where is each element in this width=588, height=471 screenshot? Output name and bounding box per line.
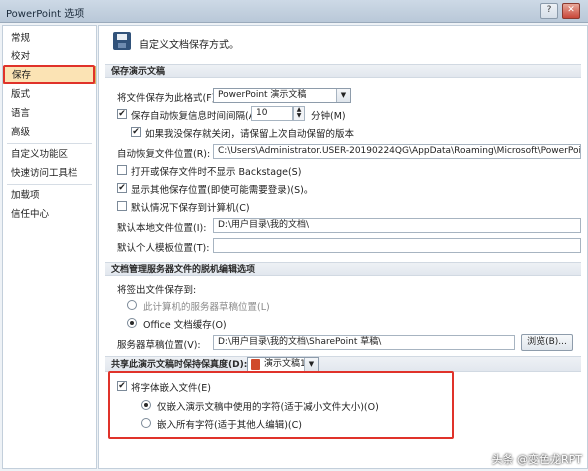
close-button[interactable]: ✕ xyxy=(562,3,580,19)
local-location-input[interactable]: D:\用户目录\我的文档\ xyxy=(213,218,581,233)
autorecover-location-label: 自动恢复文件位置(R): xyxy=(117,149,211,160)
chevron-down-icon: ▼ xyxy=(304,358,318,371)
minutes-spinner[interactable]: ▲ ▼ xyxy=(293,106,305,121)
save-checked-out-label: 将签出文件保存到: xyxy=(117,285,197,296)
browse-button[interactable]: 浏览(B)... xyxy=(521,334,573,351)
show-more-locations-label: 显示其他保存位置(即使可能需要登录)(S)。 xyxy=(131,185,314,196)
office-cache-radio[interactable] xyxy=(127,318,137,328)
sidebar-item-add-ins[interactable]: 加载项 xyxy=(3,187,96,205)
default-computer-checkbox[interactable] xyxy=(117,201,127,211)
presentation-select[interactable]: 演示文稿1 ▼ xyxy=(247,357,319,372)
office-cache-label: Office 文档缓存(O) xyxy=(143,320,227,331)
presentation-name: 演示文稿1 xyxy=(264,359,306,369)
drafts-location-input[interactable]: D:\用户目录\我的文档\SharePoint 草稿\ xyxy=(213,335,515,350)
autorecover-label: 保存自动恢复信息时间间隔(A) xyxy=(131,111,259,122)
section-fidelity: 共享此演示文稿时保持保真度(D): xyxy=(105,356,581,372)
default-computer-label: 默认情况下保存到计算机(C) xyxy=(131,203,250,214)
sidebar-highlight-box xyxy=(3,65,95,84)
local-location-label: 默认本地文件位置(I): xyxy=(117,223,207,234)
no-backstage-label: 打开或保存文件时不显示 Backstage(S) xyxy=(131,167,302,178)
autorecover-checkbox[interactable]: ✔ xyxy=(117,109,127,119)
powerpoint-file-icon xyxy=(251,359,260,370)
autorecover-location-input[interactable]: C:\Users\Administrator.USER-20190224QG\A… xyxy=(213,144,581,159)
personal-template-label: 默认个人模板位置(T): xyxy=(117,243,210,254)
page-header: 自定义文档保存方式。 xyxy=(139,40,239,51)
sidebar-item-layout[interactable]: 版式 xyxy=(3,86,96,104)
sidebar: 常规 校对 保存 版式 语言 高级 自定义功能区 快速访问工具栏 加载项 信任中… xyxy=(2,25,97,469)
window-title: PowerPoint 选项 xyxy=(6,9,85,20)
save-icon xyxy=(113,32,131,50)
sidebar-item-quick-access-toolbar[interactable]: 快速访问工具栏 xyxy=(3,165,96,183)
chevron-down-icon: ▼ xyxy=(336,89,350,102)
title-bar: PowerPoint 选项 ? ✕ xyxy=(0,0,588,23)
section-save-presentations: 保存演示文稿 xyxy=(105,64,581,78)
sidebar-item-language[interactable]: 语言 xyxy=(3,105,96,123)
sidebar-item-trust-center[interactable]: 信任中心 xyxy=(3,206,96,224)
server-drafts-radio[interactable] xyxy=(127,300,137,310)
help-button[interactable]: ? xyxy=(540,3,558,19)
sidebar-divider xyxy=(7,143,92,144)
format-select[interactable]: PowerPoint 演示文稿 ▼ xyxy=(213,88,351,103)
fidelity-title: 共享此演示文稿时保持保真度(D): xyxy=(111,360,248,370)
minutes-unit-label: 分钟(M) xyxy=(311,111,346,122)
autorecover-minutes-input[interactable]: 10 xyxy=(251,106,293,121)
format-label: 将文件保存为此格式(F): xyxy=(117,93,219,104)
fidelity-highlight-box xyxy=(108,371,454,439)
keep-last-version-label: 如果我没保存就关闭，请保留上次自动保留的版本 xyxy=(145,129,355,140)
server-drafts-label: 此计算机的服务器草稿位置(L) xyxy=(143,302,270,313)
sidebar-item-customize-ribbon[interactable]: 自定义功能区 xyxy=(3,146,96,164)
sidebar-item-proofing[interactable]: 校对 xyxy=(3,48,96,66)
show-more-locations-checkbox[interactable]: ✔ xyxy=(117,183,127,193)
sidebar-divider xyxy=(7,184,92,185)
format-value: PowerPoint 演示文稿 xyxy=(218,90,307,100)
no-backstage-checkbox[interactable] xyxy=(117,165,127,175)
dialog-body: 常规 校对 保存 版式 语言 高级 自定义功能区 快速访问工具栏 加载项 信任中… xyxy=(0,23,588,471)
personal-template-input[interactable] xyxy=(213,238,581,253)
sidebar-item-general[interactable]: 常规 xyxy=(3,30,96,48)
sidebar-item-advanced[interactable]: 高级 xyxy=(3,124,96,142)
watermark: 头条 @变色龙RPT xyxy=(491,453,583,466)
keep-last-version-checkbox[interactable]: ✔ xyxy=(131,127,141,137)
section-offline-editing: 文档管理服务器文件的脱机编辑选项 xyxy=(105,262,581,276)
drafts-location-label: 服务器草稿位置(V): xyxy=(117,340,201,351)
